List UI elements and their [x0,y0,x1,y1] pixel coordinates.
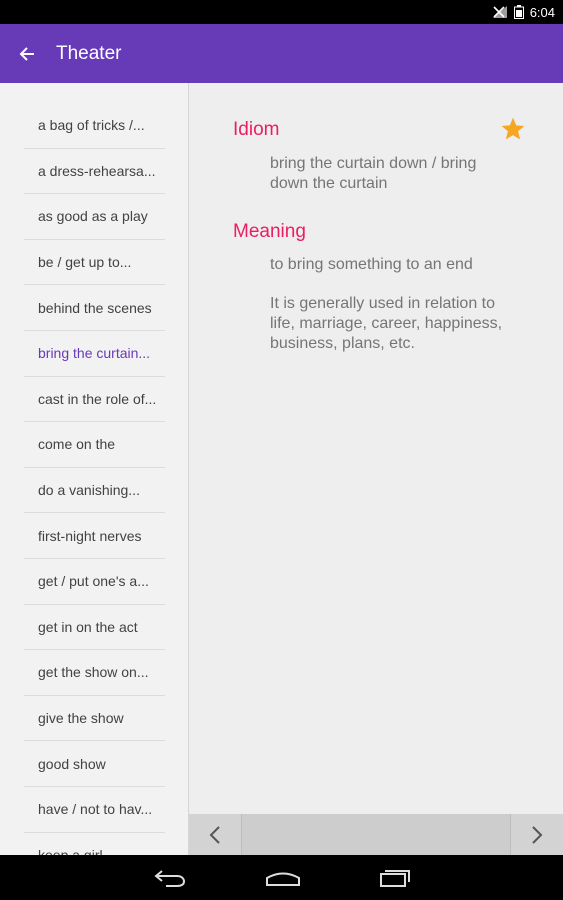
signal-icon [492,5,508,19]
usage-text: It is generally used in relation to life… [270,295,503,352]
list-item[interactable]: get / put one's a... [24,559,165,605]
list-item[interactable]: a dress-rehearsa... [24,149,165,195]
list-item[interactable]: behind the scenes [24,285,165,331]
list-item[interactable]: get in on the act [24,605,165,651]
favorite-button[interactable] [500,116,526,147]
list-item[interactable]: cast in the role of... [24,377,165,423]
list-item[interactable]: have / not to hav... [24,787,165,833]
meaning-heading: Meaning [233,221,306,242]
list-item[interactable]: come on the [24,422,165,468]
list-item[interactable]: be / get up to... [24,240,165,286]
chevron-left-icon [209,825,220,844]
system-back-button[interactable] [153,868,187,888]
chevron-right-icon [532,825,543,844]
list-item[interactable]: get the show on... [24,650,165,696]
system-home-button[interactable] [265,868,301,888]
next-button[interactable] [511,814,563,855]
list-item[interactable]: keep a girl... [24,833,165,855]
list-item[interactable]: bring the curtain... [24,331,165,377]
list-item[interactable]: good show [24,741,165,787]
idiom-heading: Idiom [233,119,280,140]
meaning-text: to bring something to an end [270,256,473,273]
page-title: Theater [56,42,122,64]
back-button[interactable] [0,24,54,83]
list-item[interactable]: as good as a play [24,194,165,240]
idiom-text: bring the curtain down / bring down the … [270,155,477,192]
list-item[interactable]: first-night nerves [24,513,165,559]
pager-spacer [241,814,511,855]
list-item[interactable]: a bag of tricks /... [24,103,165,149]
system-navigation-bar [0,855,563,900]
system-recents-button[interactable] [379,868,411,888]
app-bar: Theater [0,24,563,83]
recents-icon [379,869,410,887]
list-item[interactable]: give the show [24,696,165,742]
star-icon [501,117,525,140]
pager-bar [189,814,563,855]
status-bar: 6:04 [0,0,563,24]
previous-button[interactable] [189,814,241,855]
idiom-detail: Idiom bring the curtain down / bring dow… [189,83,563,814]
arrow-back-icon [19,46,34,61]
idiom-list[interactable]: a bag of tricks /... a dress-rehearsa... a… [0,83,189,855]
list-item[interactable]: do a vanishing... [24,468,165,514]
back-icon [153,869,185,887]
battery-icon [513,5,524,19]
clock: 6:04 [529,4,555,20]
home-icon [265,872,300,886]
